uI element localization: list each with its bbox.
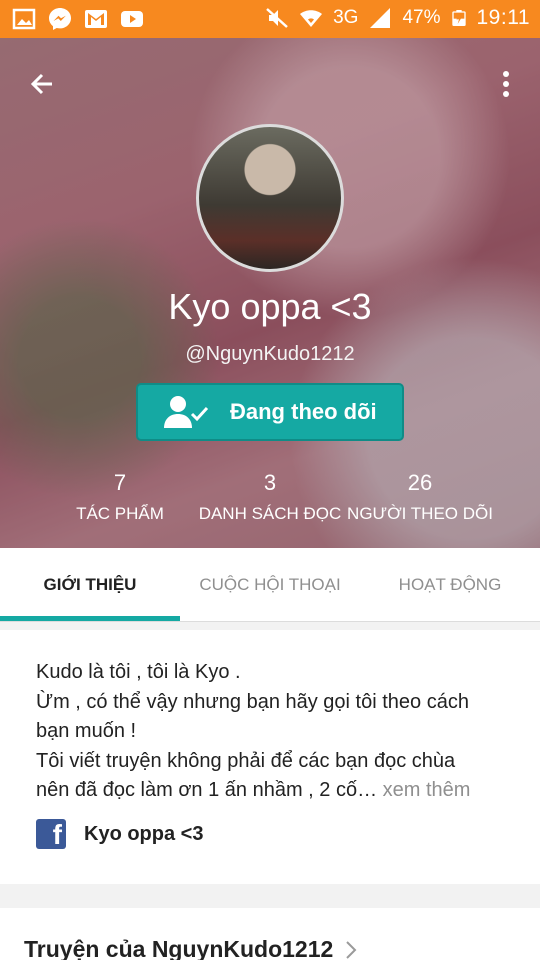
avatar[interactable]: [196, 124, 344, 272]
battery-charging-icon: [451, 10, 466, 26]
facebook-icon: f: [36, 819, 66, 850]
following-button[interactable]: Đang theo dõi: [136, 383, 404, 441]
gallery-icon: [12, 8, 36, 30]
facebook-name: Kyo oppa <3: [84, 822, 204, 845]
bio-line: Kudo là tôi , tôi là Kyo .: [36, 661, 241, 683]
network-type: 3G: [333, 7, 359, 28]
stories-title[interactable]: Truyện của NguynKudo1212: [24, 936, 357, 960]
tab-about[interactable]: GIỚI THIỆU: [0, 548, 180, 622]
stat-works[interactable]: 7 TÁC PHẨM: [35, 470, 205, 524]
about-card: Kudo là tôi , tôi là Kyo . Ừm , có thể v…: [0, 630, 540, 884]
back-arrow-icon[interactable]: [22, 64, 62, 104]
profile-tabs: GIỚI THIỆU CUỘC HỘI THOẠI HOẠT ĐỘNG: [0, 548, 540, 622]
stat-value: 7: [113, 470, 127, 495]
more-options-icon[interactable]: [494, 64, 518, 104]
wifi-icon: [300, 10, 323, 27]
facebook-link[interactable]: f Kyo oppa <3: [36, 819, 204, 850]
profile-stats: 7 TÁC PHẨM 3 DANH SÁCH ĐỌC 26 NGƯỜI THEO…: [0, 470, 540, 530]
stat-reading-lists[interactable]: 3 DANH SÁCH ĐỌC: [185, 470, 355, 524]
see-more-link[interactable]: xem thêm: [377, 779, 471, 801]
stories-section[interactable]: Truyện của NguynKudo1212: [0, 908, 540, 960]
tab-conversations[interactable]: CUỘC HỘI THOẠI: [180, 548, 360, 622]
status-bar: 3G 47% 19:11: [0, 0, 540, 38]
stat-label: TÁC PHẨM: [76, 504, 164, 523]
youtube-icon: [121, 11, 143, 27]
bio-line: Tôi viết truyện không phải để các bạn đọ…: [36, 749, 456, 772]
battery-percent: 47%: [402, 7, 441, 28]
stat-value: 3: [263, 470, 277, 495]
stat-label: DANH SÁCH ĐỌC: [198, 504, 342, 523]
display-name: Kyo oppa <3: [168, 286, 372, 327]
stat-label: NGƯỜI THEO DÕI: [347, 504, 493, 523]
messenger-icon: [49, 8, 71, 30]
tab-activity[interactable]: HOẠT ĐỘNG: [360, 548, 540, 622]
bio-text: nên đã đọc làm ơn 1 ấn nhầm , 2 cố: [36, 779, 358, 801]
bio-line: Ừm , có thể vậy nhưng bạn hãy gọi tôi th…: [36, 690, 469, 713]
mute-icon: [266, 8, 288, 28]
stat-value: 26: [407, 470, 433, 495]
tab-indicator: [0, 616, 180, 621]
profile-header: Kyo oppa <3 @NguynKudo1212 Đang theo dõi…: [0, 38, 540, 548]
user-check-icon: [164, 396, 209, 428]
stat-followers[interactable]: 26 NGƯỜI THEO DÕI: [335, 470, 505, 524]
clock: 19:11: [476, 6, 530, 29]
username: @NguynKudo1212: [185, 343, 355, 365]
bio-line: bạn muốn !: [36, 720, 137, 742]
signal-icon: [370, 8, 391, 28]
chevron-right-icon: [346, 940, 357, 959]
bio-ellipsis: …: [357, 779, 378, 801]
following-label: Đang theo dõi: [230, 399, 377, 424]
bio-line: nên đã đọc làm ơn 1 ấn nhầm , 2 cố… xem …: [36, 776, 504, 806]
stories-title-text: Truyện của NguynKudo1212: [24, 936, 334, 960]
gmail-icon: [85, 10, 107, 28]
